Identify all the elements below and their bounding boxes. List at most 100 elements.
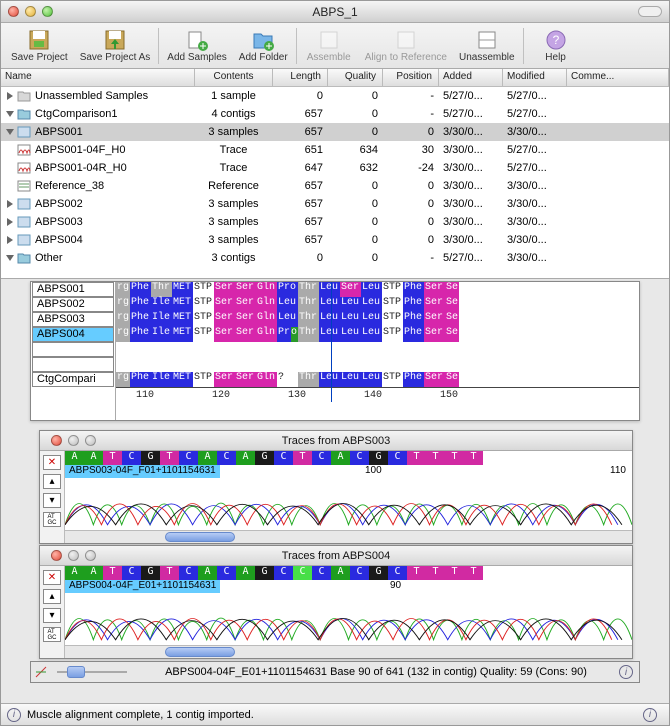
nucleotide[interactable]: A [65,451,84,465]
nucleotide[interactable]: A [331,566,350,580]
nucleotide[interactable]: A [65,566,84,580]
nucleotide[interactable]: T [103,566,122,580]
nucleotide[interactable]: G [255,451,274,465]
nucleotide[interactable]: G [255,566,274,580]
nucleotide[interactable]: T [160,451,179,465]
table-row[interactable]: Other3 contigs00-5/27/0...3/30/0... [1,249,669,267]
nucleotide[interactable]: G [369,451,388,465]
info-icon[interactable]: i [619,665,633,679]
col-comments[interactable]: Comme... [567,69,669,86]
nucleotide[interactable]: C [293,566,312,580]
zoom-thumb[interactable] [67,666,85,678]
unassemble-button[interactable]: Unassemble [453,25,521,66]
disclosure-triangle-icon[interactable] [5,253,15,263]
disclosure-triangle-icon[interactable] [5,235,15,245]
trace-remove-button[interactable]: ✕ [43,570,61,585]
info-icon[interactable]: i [643,708,657,722]
nucleotide[interactable]: C [179,451,198,465]
zoom-slider[interactable] [57,666,127,678]
nucleotide[interactable]: T [160,566,179,580]
nucleotide[interactable]: A [84,451,103,465]
table-row[interactable]: CtgComparison14 contigs6570-5/27/0...5/2… [1,105,669,123]
trace-up-button[interactable]: ▴ [43,474,61,489]
table-row[interactable]: ABPS0033 samples657003/30/0...3/30/0... [1,213,669,231]
nucleotide[interactable]: T [464,451,483,465]
nucleotide[interactable]: C [312,451,331,465]
disclosure-triangle-icon[interactable] [5,127,15,137]
traces-window-abps004[interactable]: Traces from ABPS004 ✕ ▴ ▾ ATGC AATCGTCAC… [39,545,633,659]
alignment-sequences[interactable]: rgPheThrMETSTPSerSerGlnProThrLeuSerLeuST… [116,282,639,420]
nucleotide[interactable]: A [198,451,217,465]
table-row[interactable]: ABPS0043 samples657003/30/0...3/30/0... [1,231,669,249]
col-quality[interactable]: Quality [328,69,383,86]
nucleotide[interactable]: C [312,566,331,580]
table-row[interactable]: Unassembled Samples1 sample00-5/27/0...5… [1,87,669,105]
nucleotide[interactable]: C [122,451,141,465]
nucleotide[interactable]: C [388,566,407,580]
nucleotide[interactable]: T [426,566,445,580]
alignment-label[interactable]: ABPS001 [32,282,114,297]
alignment-cursor[interactable] [331,282,332,402]
nav-graph-icon[interactable] [31,663,51,681]
alignment-label[interactable]: ABPS003 [32,312,114,327]
close-icon[interactable] [51,435,62,446]
add-folder-button[interactable]: Add Folder [233,25,294,66]
nucleotide[interactable]: C [350,451,369,465]
nucleotide[interactable]: G [369,566,388,580]
nucleotide[interactable]: G [141,566,160,580]
col-modified[interactable]: Modified [503,69,567,86]
alignment-label[interactable]: ABPS004 [32,327,114,342]
trace-bases-button[interactable]: ATGC [43,512,61,527]
nucleotide[interactable]: C [388,451,407,465]
col-length[interactable]: Length [273,69,328,86]
help-button[interactable]: ? Help [526,25,586,66]
nucleotide[interactable]: T [293,451,312,465]
nucleotide[interactable]: T [103,451,122,465]
table-row[interactable]: ABPS001-04F_H0Trace651634303/30/0...5/27… [1,141,669,159]
disclosure-triangle-icon[interactable] [5,91,15,101]
trace-down-button[interactable]: ▾ [43,493,61,508]
trace-bases-button[interactable]: ATGC [43,627,61,642]
col-position[interactable]: Position [383,69,439,86]
alignment-pane[interactable]: ABPS001ABPS002ABPS003ABPS004 CtgCompari r… [30,281,640,421]
nucleotide[interactable]: A [236,451,255,465]
save-project-button[interactable]: Save Project [5,25,74,66]
nucleotide[interactable]: C [217,566,236,580]
scrollbar-thumb[interactable] [165,532,235,542]
nucleotide[interactable]: C [179,566,198,580]
nucleotide[interactable]: G [141,451,160,465]
nucleotide[interactable]: C [217,451,236,465]
table-row[interactable]: ABPS0023 samples657003/30/0...3/30/0... [1,195,669,213]
disclosure-triangle-icon[interactable] [5,217,15,227]
nucleotide[interactable]: T [445,451,464,465]
nucleotide[interactable]: C [122,566,141,580]
nucleotide[interactable]: A [84,566,103,580]
col-contents[interactable]: Contents [195,69,273,86]
nucleotide[interactable]: T [407,566,426,580]
nucleotide[interactable]: A [198,566,217,580]
nucleotide[interactable]: C [350,566,369,580]
nucleotide[interactable]: A [331,451,350,465]
table-row[interactable]: ABPS001-04R_H0Trace647632-243/30/0...5/2… [1,159,669,177]
table-row[interactable]: ABPS0013 samples657003/30/0...3/30/0... [1,123,669,141]
nucleotide[interactable]: A [236,566,255,580]
add-samples-button[interactable]: Add Samples [161,25,232,66]
trace-up-button[interactable]: ▴ [43,589,61,604]
nucleotide[interactable]: T [407,451,426,465]
save-project-as-button[interactable]: Save Project As [74,25,157,66]
disclosure-triangle-icon[interactable] [5,199,15,209]
col-name[interactable]: Name [1,69,195,86]
nucleotide[interactable]: T [445,566,464,580]
nucleotide[interactable]: C [274,451,293,465]
scrollbar-thumb[interactable] [165,647,235,657]
consensus-label[interactable]: CtgCompari [32,372,114,387]
nucleotide[interactable]: T [426,451,445,465]
table-row[interactable]: Reference_38Reference657003/30/0...3/30/… [1,177,669,195]
alignment-label[interactable]: ABPS002 [32,297,114,312]
trace-chromatogram[interactable]: AATCGTCACAGCTCACGCTTTT ABPS003-04F_F01+1… [65,451,632,543]
nucleotide[interactable]: T [464,566,483,580]
col-added[interactable]: Added [439,69,503,86]
project-tree-table[interactable]: Name Contents Length Quality Position Ad… [1,69,669,279]
trace-down-button[interactable]: ▾ [43,608,61,623]
disclosure-triangle-icon[interactable] [5,109,15,119]
